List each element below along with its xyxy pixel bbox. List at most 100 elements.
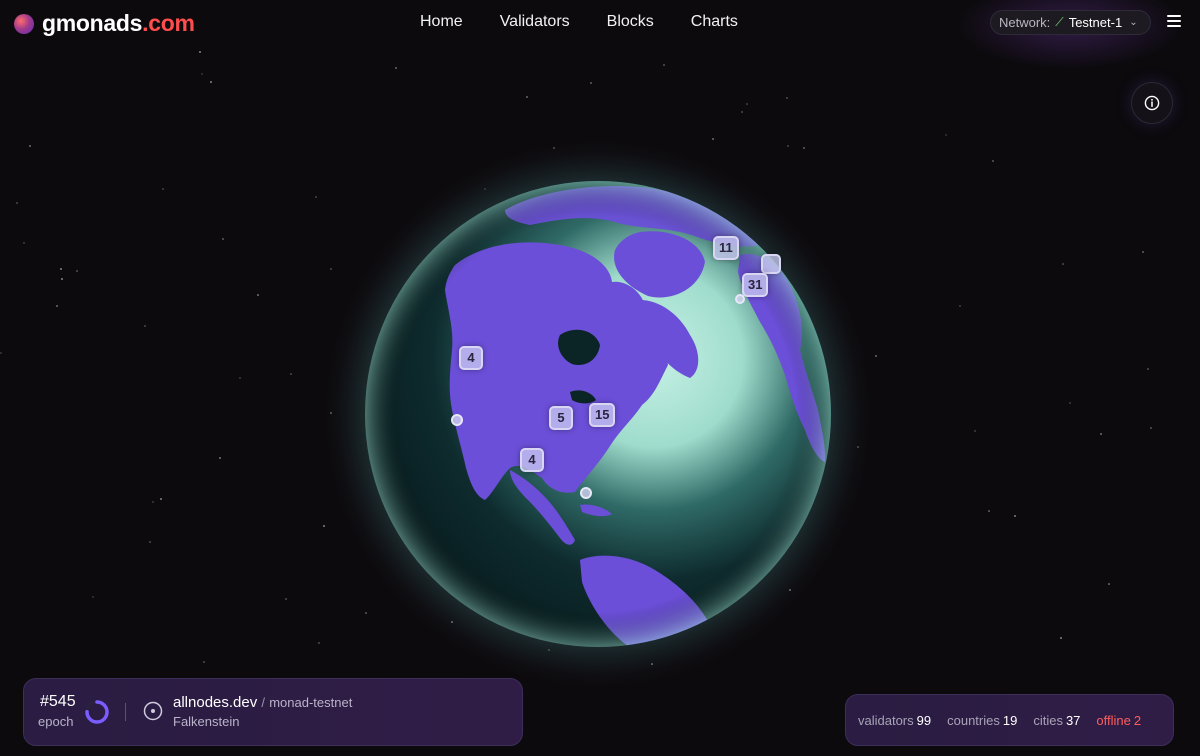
nav-home[interactable]: Home [420, 13, 463, 31]
nav-validators[interactable]: Validators [500, 13, 570, 31]
logo-icon [14, 13, 34, 34]
star [525, 283, 527, 285]
cluster-marker-west-coast[interactable]: 4 [459, 346, 483, 370]
epoch-number: #545 [40, 693, 76, 710]
cluster-marker-northeast[interactable]: 31 [742, 273, 769, 297]
star [201, 73, 203, 75]
star [663, 64, 665, 66]
validator-target-icon [143, 701, 163, 721]
validator-name: allnodes.dev [173, 694, 258, 711]
star [330, 412, 332, 414]
star [992, 160, 994, 162]
star [1060, 637, 1062, 639]
star [219, 457, 221, 459]
star [579, 205, 581, 207]
network-label: Network: [999, 15, 1051, 30]
location-dot-marker[interactable] [580, 487, 592, 499]
stat-countries-label: countries [947, 712, 1000, 728]
nav-charts[interactable]: Charts [691, 13, 738, 31]
star [988, 510, 990, 512]
cluster-marker-south[interactable]: 4 [520, 448, 544, 472]
main-nav: Home Validators Blocks Charts [420, 13, 738, 31]
star [323, 525, 325, 527]
stat-countries[interactable]: countries 19 [947, 713, 1017, 728]
star [1150, 427, 1152, 429]
star [484, 188, 486, 190]
star [290, 373, 292, 375]
stat-offline[interactable]: offline 2 [1096, 713, 1141, 728]
star [729, 288, 731, 290]
stat-offline-label: offline [1096, 712, 1131, 728]
chevron-down-icon: ⌄ [1129, 17, 1138, 28]
stat-cities[interactable]: cities 37 [1033, 713, 1080, 728]
star [665, 401, 667, 403]
star [539, 508, 541, 510]
star [203, 661, 205, 663]
brand-logo[interactable]: gmonads.com [14, 10, 195, 37]
star [318, 642, 320, 644]
star [631, 311, 633, 313]
star [1062, 263, 1064, 265]
star [786, 97, 788, 99]
star [501, 391, 503, 393]
star [60, 268, 62, 270]
star [92, 596, 94, 598]
star [586, 397, 588, 399]
cluster-marker-canada-north[interactable]: 11 [713, 236, 739, 260]
info-button[interactable] [1131, 82, 1173, 124]
star [315, 196, 317, 198]
star [704, 304, 706, 306]
stat-offline-value: 2 [1133, 712, 1142, 728]
star [571, 307, 573, 309]
star [451, 621, 453, 623]
star [1069, 402, 1071, 404]
star [651, 663, 653, 665]
star [29, 145, 31, 147]
stat-validators-value: 99 [916, 712, 932, 728]
epoch-progress-ring [85, 700, 109, 724]
star [780, 292, 782, 294]
stat-cities-value: 37 [1065, 712, 1081, 728]
star [545, 590, 547, 592]
star [857, 446, 859, 448]
validator-name-line[interactable]: allnodes.dev / monad-testnet [173, 694, 352, 711]
star [526, 96, 528, 98]
star [654, 254, 656, 256]
star [974, 430, 976, 432]
top-nav: gmonads.com Home Validators Blocks Chart… [0, 0, 1200, 70]
cluster-marker-small[interactable] [761, 254, 781, 274]
star [76, 270, 78, 272]
star [144, 325, 146, 327]
network-selector[interactable]: Network: ⟋ Testnet-1 ⌄ [990, 10, 1151, 35]
star [16, 202, 18, 204]
validator-city: Falkenstein [173, 714, 240, 729]
brand-name: gmonads.com [42, 10, 195, 36]
star [787, 145, 789, 147]
star [712, 138, 714, 140]
star [152, 501, 154, 503]
stat-validators[interactable]: validators 99 [858, 713, 931, 728]
star [56, 305, 58, 307]
star [1108, 583, 1110, 585]
location-dot-marker[interactable] [735, 294, 745, 304]
star [700, 323, 702, 325]
validator-separator: / [261, 695, 266, 710]
nav-blocks[interactable]: Blocks [607, 13, 654, 31]
star [395, 67, 397, 69]
star [959, 305, 961, 307]
cluster-marker-east[interactable]: 15 [589, 403, 616, 427]
hamburger-menu-icon[interactable] [1167, 15, 1181, 27]
network-value: Testnet-1 [1068, 15, 1123, 30]
divider [125, 703, 126, 721]
stat-cities-label: cities [1033, 712, 1063, 728]
star [524, 569, 526, 571]
star [257, 294, 259, 296]
epoch-label: epoch [38, 714, 74, 729]
star [162, 188, 164, 190]
epoch-validator-panel: #545 epoch allnodes.dev / monad-testnet … [23, 678, 523, 746]
location-dot-marker[interactable] [451, 414, 463, 426]
star [0, 352, 2, 354]
star [875, 355, 877, 357]
star [530, 363, 532, 365]
cluster-marker-central[interactable]: 5 [549, 406, 573, 430]
